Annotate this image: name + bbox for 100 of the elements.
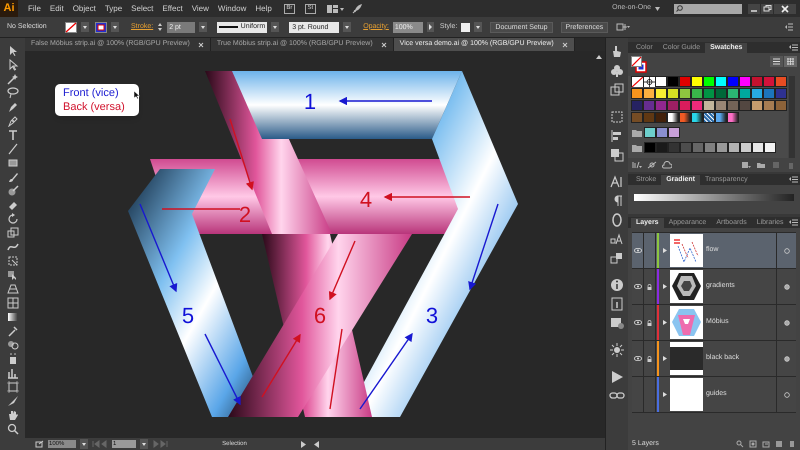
gradient-icon[interactable]	[6, 310, 20, 323]
grid-view-icon[interactable]	[784, 56, 797, 67]
new-sublayer-icon[interactable]	[762, 440, 770, 448]
fill-stroke-icon[interactable]	[631, 56, 648, 73]
color-swatch[interactable]	[644, 142, 656, 153]
perspective-grid-icon[interactable]	[6, 282, 20, 295]
pen-icon[interactable]	[6, 114, 20, 127]
swatch-options-icon[interactable]	[741, 161, 751, 169]
scroll-left-icon[interactable]	[314, 440, 319, 448]
info-icon[interactable]	[609, 277, 625, 293]
color-swatch[interactable]	[715, 88, 727, 99]
new-swatch-icon[interactable]	[771, 161, 781, 169]
menu-item[interactable]: Edit	[46, 0, 68, 16]
rotate-icon[interactable]	[6, 212, 20, 225]
restore-icon[interactable]	[761, 4, 773, 14]
target-icon[interactable]	[784, 320, 790, 326]
menu-item[interactable]: Object	[68, 0, 100, 16]
eye-icon[interactable]	[634, 356, 642, 361]
folder-icon[interactable]	[631, 142, 643, 153]
color-swatch[interactable]	[763, 88, 775, 99]
color-swatch[interactable]	[655, 112, 667, 123]
free-transform-icon[interactable]	[6, 254, 20, 267]
panel-menu-icon[interactable]	[789, 219, 798, 226]
club-icon[interactable]	[609, 63, 625, 79]
export-icon[interactable]	[35, 440, 44, 448]
dropdown-icon[interactable]	[140, 439, 148, 449]
color-swatch[interactable]	[751, 100, 763, 111]
target-icon[interactable]	[784, 356, 790, 362]
color-swatch[interactable]	[775, 76, 787, 87]
color-swatch[interactable]	[631, 112, 643, 123]
dropdown-icon[interactable]	[474, 22, 482, 32]
mesh-icon[interactable]	[6, 296, 20, 309]
search-icon[interactable]	[736, 440, 744, 448]
minimize-icon[interactable]	[748, 4, 760, 14]
color-swatch[interactable]	[727, 76, 739, 87]
color-swatch[interactable]	[691, 76, 703, 87]
lock-icon[interactable]	[647, 320, 652, 326]
scroll-up-icon[interactable]	[595, 53, 603, 61]
color-swatch[interactable]	[715, 112, 727, 123]
dropdown-icon[interactable]	[199, 22, 208, 32]
target-icon[interactable]	[784, 392, 790, 398]
play-icon[interactable]	[301, 440, 306, 448]
color-swatch[interactable]	[739, 88, 751, 99]
document-info-icon[interactable]	[609, 296, 625, 312]
target-icon[interactable]	[784, 284, 790, 290]
color-swatch[interactable]	[703, 100, 715, 111]
color-swatch[interactable]	[775, 88, 787, 99]
panel-menu-icon[interactable]	[789, 176, 798, 183]
eye-icon[interactable]	[634, 320, 642, 325]
menu-item[interactable]: Help	[251, 0, 276, 16]
expand-triangle-icon[interactable]	[663, 320, 667, 325]
color-swatch[interactable]	[680, 142, 692, 153]
line-icon[interactable]	[6, 142, 20, 155]
color-swatch[interactable]	[656, 127, 668, 138]
color-swatch[interactable]	[667, 112, 679, 123]
color-swatch[interactable]	[739, 100, 751, 111]
image-icon[interactable]	[609, 315, 625, 331]
color-swatch[interactable]	[751, 88, 763, 99]
color-swatch[interactable]	[668, 142, 680, 153]
panel-menu-icon[interactable]	[789, 44, 798, 51]
folder-icon[interactable]	[756, 161, 766, 169]
blend-icon[interactable]	[6, 338, 20, 351]
fill-swatch-icon[interactable]	[65, 22, 77, 32]
color-swatch[interactable]	[679, 112, 691, 123]
graphic-style-swatch[interactable]	[461, 22, 470, 32]
sun-icon[interactable]	[609, 342, 625, 358]
color-swatch[interactable]	[631, 88, 643, 99]
color-swatch[interactable]	[691, 112, 703, 123]
color-swatch[interactable]	[752, 142, 764, 153]
color-swatch[interactable]	[727, 88, 739, 99]
menu-item[interactable]: Select	[127, 0, 158, 16]
stroke-swatch-icon[interactable]	[95, 22, 107, 32]
color-swatch[interactable]	[739, 76, 751, 87]
menu-item[interactable]: View	[188, 0, 213, 16]
dropdown-icon[interactable]	[80, 439, 88, 449]
color-swatch[interactable]	[763, 76, 775, 87]
color-swatch[interactable]	[679, 100, 691, 111]
color-swatch[interactable]	[667, 88, 679, 99]
color-swatch[interactable]	[703, 112, 715, 123]
color-swatch[interactable]	[716, 142, 728, 153]
close-icon[interactable]	[198, 42, 204, 48]
color-swatch[interactable]	[667, 100, 679, 111]
color-swatch[interactable]	[763, 100, 775, 111]
menu-item[interactable]: Window	[214, 0, 250, 16]
color-swatch[interactable]	[727, 100, 739, 111]
glyphs-icon[interactable]	[609, 231, 625, 247]
arrange-icon[interactable]	[609, 250, 625, 266]
bar-chart-icon[interactable]	[6, 366, 20, 379]
color-swatch[interactable]	[643, 112, 655, 123]
color-swatch[interactable]	[667, 76, 679, 87]
color-swatch[interactable]	[692, 142, 704, 153]
stepper-icon[interactable]	[157, 22, 164, 32]
expand-triangle-icon[interactable]	[663, 392, 667, 397]
close-icon[interactable]	[380, 42, 387, 48]
close-icon[interactable]	[774, 4, 796, 14]
menu-item[interactable]: File	[24, 0, 45, 16]
eye-icon[interactable]	[634, 248, 642, 253]
dropdown-icon[interactable]	[81, 22, 89, 32]
panel-menu-icon[interactable]	[784, 23, 793, 31]
color-swatch[interactable]	[715, 100, 727, 111]
